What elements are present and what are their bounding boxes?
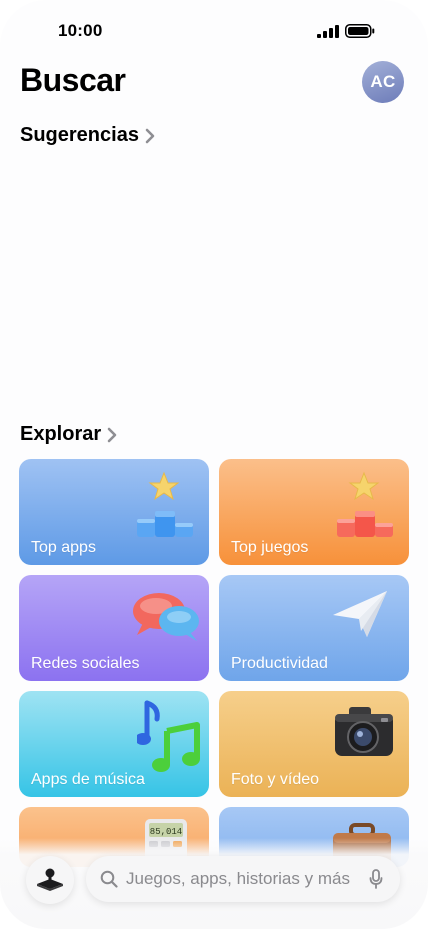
suggestions-header[interactable]: Sugerencias (20, 124, 155, 147)
search-icon (100, 870, 118, 888)
category-label: Top juegos (231, 539, 309, 556)
joystick-icon (37, 868, 63, 891)
category-card-top-apps[interactable]: Top apps (19, 459, 209, 565)
status-bar: 10:00 (0, 0, 428, 62)
calculator-display: 85,014 (150, 827, 182, 837)
suggestions-label: Sugerencias (20, 124, 139, 146)
music-notes-icon (137, 700, 200, 772)
podium-star-blue-icon (137, 471, 193, 537)
arcade-button[interactable] (26, 856, 74, 904)
category-label: Productividad (231, 655, 328, 672)
category-label: Top apps (31, 539, 96, 556)
chevron-right-icon (145, 128, 155, 143)
account-avatar-button[interactable]: AC (362, 61, 404, 103)
category-card-productivity[interactable]: Productividad (219, 575, 409, 681)
chevron-right-icon (107, 427, 117, 442)
category-label: Foto y vídeo (231, 771, 320, 788)
category-card-music[interactable]: Apps de música (19, 691, 209, 797)
app-store-search-screen: 10:00 Buscar AC Sugerencias Explorar Top… (0, 0, 428, 929)
search-bar[interactable] (86, 856, 400, 902)
category-card-photo-video[interactable]: Foto y vídeo (219, 691, 409, 797)
microphone-icon[interactable] (369, 869, 383, 889)
camera-icon (335, 707, 393, 756)
category-card-top-games[interactable]: Top juegos (219, 459, 409, 565)
page-title: Buscar (20, 62, 126, 98)
category-card-social[interactable]: Redes sociales (19, 575, 209, 681)
podium-star-red-icon (337, 471, 393, 537)
speech-bubbles-icon (133, 593, 199, 641)
status-time: 10:00 (58, 21, 103, 40)
category-label: Apps de música (31, 771, 145, 788)
search-input[interactable] (126, 856, 362, 902)
cellular-signal-icon (317, 25, 339, 38)
paper-plane-icon (333, 591, 387, 637)
category-label: Redes sociales (31, 655, 140, 672)
explore-header[interactable]: Explorar (20, 423, 117, 446)
explore-label: Explorar (20, 423, 102, 445)
battery-icon (345, 24, 375, 38)
